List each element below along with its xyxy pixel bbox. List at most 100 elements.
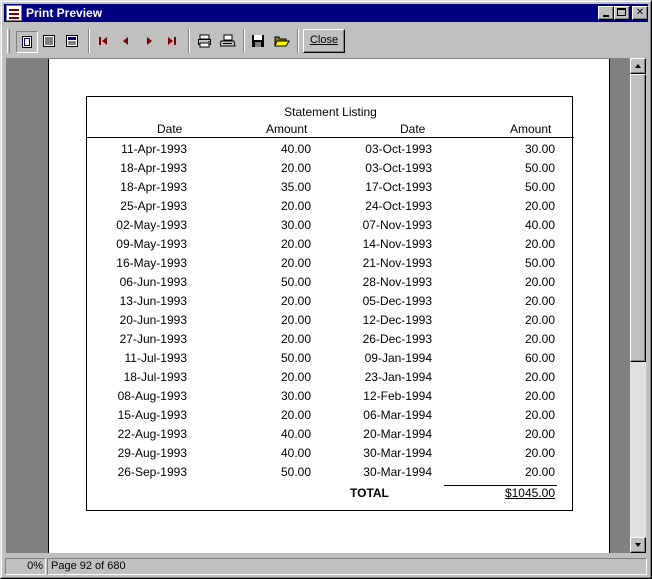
- row-date-1: 11-Jul-1993: [124, 351, 187, 365]
- toolbar-separator: [297, 29, 299, 53]
- row-amount-1: 20.00: [280, 161, 311, 175]
- next-page-button[interactable]: [139, 31, 161, 53]
- row-amount-1: 50.00: [280, 351, 311, 365]
- row-date-2: 05-Dec-1993: [362, 294, 432, 308]
- minimize-icon: [603, 15, 609, 17]
- minimize-button[interactable]: [598, 6, 614, 20]
- row-date-1: 13-Jun-1993: [119, 294, 187, 308]
- first-page-icon: [99, 37, 107, 45]
- toolbar: Close: [4, 24, 648, 58]
- close-icon: ✕: [635, 7, 645, 18]
- row-date-2: 21-Nov-1993: [362, 256, 432, 270]
- row-amount-2: 20.00: [524, 237, 555, 251]
- header-date-1: Date: [157, 122, 183, 136]
- row-amount-2: 20.00: [524, 427, 555, 441]
- header-divider: [87, 137, 574, 138]
- toolbar-separator: [188, 29, 190, 53]
- row-date-2: 09-Jan-1994: [364, 351, 432, 365]
- row-amount-1: 40.00: [280, 142, 311, 156]
- row-amount-2: 20.00: [524, 275, 555, 289]
- row-date-1: 20-Jun-1993: [119, 313, 187, 327]
- row-date-2: 24-Oct-1993: [365, 199, 432, 213]
- row-amount-1: 30.00: [280, 389, 311, 403]
- row-amount-1: 35.00: [280, 180, 311, 194]
- row-date-1: 16-May-1993: [116, 256, 187, 270]
- row-date-1: 09-May-1993: [116, 237, 187, 251]
- zoom-icon: [66, 35, 78, 47]
- row-amount-2: 20.00: [524, 370, 555, 384]
- row-amount-2: 20.00: [524, 389, 555, 403]
- row-amount-2: 20.00: [524, 446, 555, 460]
- toolbar-separator: [243, 29, 245, 53]
- row-date-1: 18-Apr-1993: [120, 180, 187, 194]
- row-date-2: 03-Oct-1993: [365, 161, 432, 175]
- header-amount-1: Amount: [266, 122, 308, 136]
- row-amount-1: 40.00: [280, 446, 311, 460]
- row-date-1: 26-Sep-1993: [117, 465, 187, 479]
- row-date-1: 02-May-1993: [116, 218, 187, 232]
- floppy-disk-icon: [252, 35, 264, 47]
- row-amount-1: 20.00: [280, 294, 311, 308]
- preview-area[interactable]: Statement Listing Date Amount Date Amoun…: [6, 58, 630, 553]
- row-amount-2: 30.00: [524, 142, 555, 156]
- print-button[interactable]: [217, 31, 239, 53]
- previous-page-icon: [123, 37, 128, 45]
- row-amount-1: 20.00: [280, 199, 311, 213]
- scroll-thumb[interactable]: [630, 74, 646, 362]
- row-amount-2: 20.00: [524, 199, 555, 213]
- row-amount-2: 50.00: [524, 180, 555, 194]
- row-date-2: 03-Oct-1993: [365, 142, 432, 156]
- row-amount-1: 20.00: [280, 313, 311, 327]
- close-window-button[interactable]: ✕: [632, 6, 648, 20]
- scroll-down-button[interactable]: [630, 537, 646, 553]
- arrow-up-icon: [635, 64, 641, 68]
- row-date-2: 20-Mar-1994: [363, 427, 432, 441]
- app-icon[interactable]: [6, 5, 22, 21]
- print-setup-button[interactable]: [194, 31, 216, 53]
- row-amount-1: 30.00: [280, 218, 311, 232]
- row-date-1: 08-Aug-1993: [117, 389, 187, 403]
- row-amount-2: 40.00: [524, 218, 555, 232]
- row-amount-2: 50.00: [524, 161, 555, 175]
- row-date-2: 28-Nov-1993: [362, 275, 432, 289]
- row-date-2: 06-Mar-1994: [363, 408, 432, 422]
- last-page-button[interactable]: [162, 31, 184, 53]
- zoom-100-button[interactable]: [62, 31, 84, 53]
- row-date-2: 12-Feb-1994: [363, 389, 432, 403]
- row-date-1: 27-Jun-1993: [119, 332, 187, 346]
- progress-percent: 0%: [5, 558, 46, 575]
- row-date-2: 30-Mar-1994: [363, 446, 432, 460]
- open-folder-icon: [274, 36, 290, 47]
- row-amount-2: 20.00: [524, 294, 555, 308]
- open-button[interactable]: [271, 31, 293, 53]
- total-label: TOTAL: [350, 486, 389, 500]
- maximize-button[interactable]: [614, 6, 630, 20]
- row-date-2: 26-Dec-1993: [362, 332, 432, 346]
- save-button[interactable]: [248, 31, 270, 53]
- close-button[interactable]: Close: [303, 29, 345, 53]
- whole-page-button[interactable]: [16, 31, 38, 53]
- window-title: Print Preview: [26, 6, 103, 20]
- row-date-2: 07-Nov-1993: [362, 218, 432, 232]
- row-amount-2: 20.00: [524, 465, 555, 479]
- title-bar[interactable]: Print Preview ✕: [4, 4, 648, 22]
- scroll-up-button[interactable]: [630, 58, 646, 74]
- row-amount-2: 60.00: [524, 351, 555, 365]
- row-amount-2: 20.00: [524, 332, 555, 346]
- row-date-1: 25-Apr-1993: [120, 199, 187, 213]
- vertical-scrollbar[interactable]: [630, 58, 646, 553]
- first-page-button[interactable]: [93, 31, 115, 53]
- report-page: Statement Listing Date Amount Date Amoun…: [48, 59, 610, 553]
- arrow-down-icon: [635, 543, 641, 547]
- row-amount-2: 20.00: [524, 408, 555, 422]
- printer-icon: [220, 34, 236, 47]
- page-width-button[interactable]: [39, 31, 61, 53]
- total-value: $1045.00: [504, 486, 555, 500]
- print-setup-icon: [198, 34, 211, 48]
- toolbar-grip[interactable]: [7, 29, 10, 53]
- statement-listing-report: Statement Listing Date Amount Date Amoun…: [86, 96, 574, 511]
- previous-page-button[interactable]: [116, 31, 138, 53]
- print-preview-window: Print Preview ✕ Close Statement Listing …: [0, 0, 652, 579]
- next-page-icon: [147, 37, 152, 45]
- row-date-2: 14-Nov-1993: [362, 237, 432, 251]
